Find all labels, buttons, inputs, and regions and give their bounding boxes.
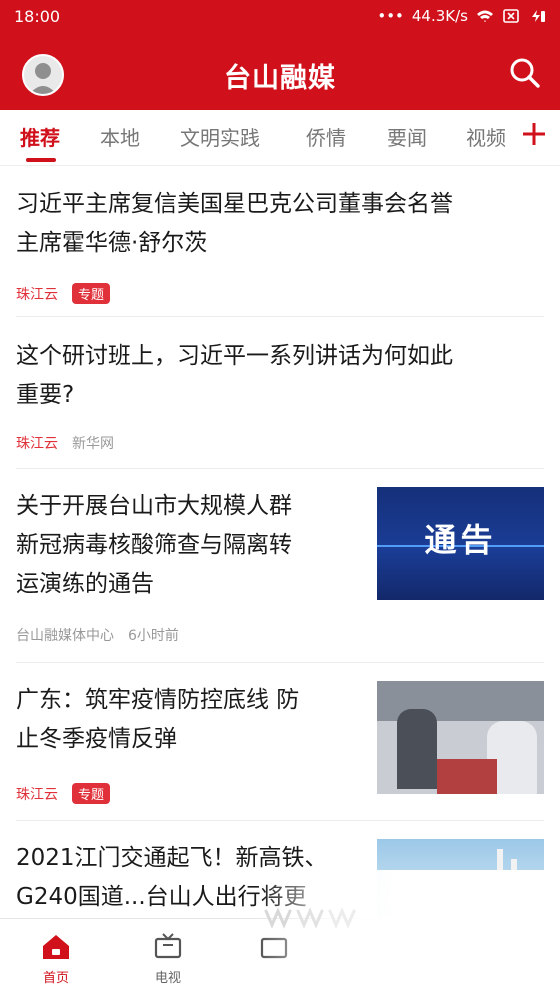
news-source: 珠江云 [16,286,58,303]
status-bar: 18:00 ••• 44.3K/s [0,0,560,34]
news-item[interactable]: 广东：筑牢疫情防控底线 防 止冬季疫情反弹 珠江云 专题 [16,663,544,821]
channel-tabs: 推荐 本地 文明实践 侨情 要闻 视频 [0,110,560,166]
news-meta: 台山融媒体中心 6小时前 [16,625,179,645]
nav-home[interactable]: 首页 [26,933,86,986]
news-title: 这个研讨班上，习近平一系列讲话为何如此 重要? [16,343,453,408]
news-source: 珠江云 [16,786,58,803]
nav-tv-label: 电视 [154,971,181,986]
status-time: 18:00 [14,7,61,26]
status-icons: ••• 44.3K/s [377,7,546,25]
news-meta: 珠江云 专题 [16,283,111,304]
news-title: 广东：筑牢疫情防控底线 防 止冬季疫情反弹 [16,687,300,752]
tab-news[interactable]: 要闻 [387,122,427,151]
dots-icon: ••• [377,7,404,25]
tab-recommend[interactable]: 推荐 [20,122,60,151]
tab-overseas[interactable]: 侨情 [306,122,346,151]
news-feed: 习近平主席复信美国星巴克公司董事会名誉 主席霍华德·舒尔茨 珠江云 专题 这个研… [0,167,560,917]
news-secondary-source: 新华网 [72,436,114,452]
news-title: 习近平主席复信美国星巴克公司董事会名誉 主席霍华德·舒尔茨 [16,191,453,256]
news-item[interactable]: 习近平主席复信美国星巴克公司董事会名誉 主席霍华德·舒尔茨 珠江云 专题 [16,167,544,317]
news-item[interactable]: 这个研讨班上，习近平一系列讲话为何如此 重要? 珠江云 新华网 [16,317,544,469]
network-speed: 44.3K/s [411,7,468,25]
news-source: 台山融媒体中心 [16,628,114,644]
news-thumbnail [377,681,544,794]
app-header: 台山融媒 [0,34,560,110]
nav-home-label: 首页 [42,971,69,986]
app-title: 台山融媒 [224,63,336,94]
plus-icon[interactable] [520,120,548,148]
search-icon[interactable] [508,56,542,90]
tab-civilization[interactable]: 文明实践 [180,122,260,151]
wifi-icon [477,10,493,22]
home-icon [43,935,69,959]
news-item[interactable]: 关于开展台山市大规模人群 新冠病毒核酸筛查与隔离转 运演练的通告 通告 台山融媒… [16,469,544,663]
sim-icon [503,9,519,23]
news-meta: 珠江云 新华网 [16,433,114,453]
nav-tv[interactable]: 电视 [138,933,198,986]
watermark-logo [264,907,356,929]
tab-local[interactable]: 本地 [100,122,140,151]
watermark-overlay [260,870,560,1000]
topic-badge: 专题 [72,283,111,304]
news-time: 6小时前 [128,628,179,644]
news-title: 关于开展台山市大规模人群 新冠病毒核酸筛查与隔离转 运演练的通告 [16,493,292,597]
thumbnail-text: 通告 [424,521,497,559]
news-source: 珠江云 [16,436,58,452]
tv-icon [154,933,182,959]
battery-charging-icon [532,10,545,22]
news-meta: 珠江云 专题 [16,783,111,804]
news-thumbnail: 通告 [377,487,544,600]
topic-badge: 专题 [72,783,111,804]
active-tab-indicator [26,158,56,162]
tab-video[interactable]: 视频 [466,122,506,151]
